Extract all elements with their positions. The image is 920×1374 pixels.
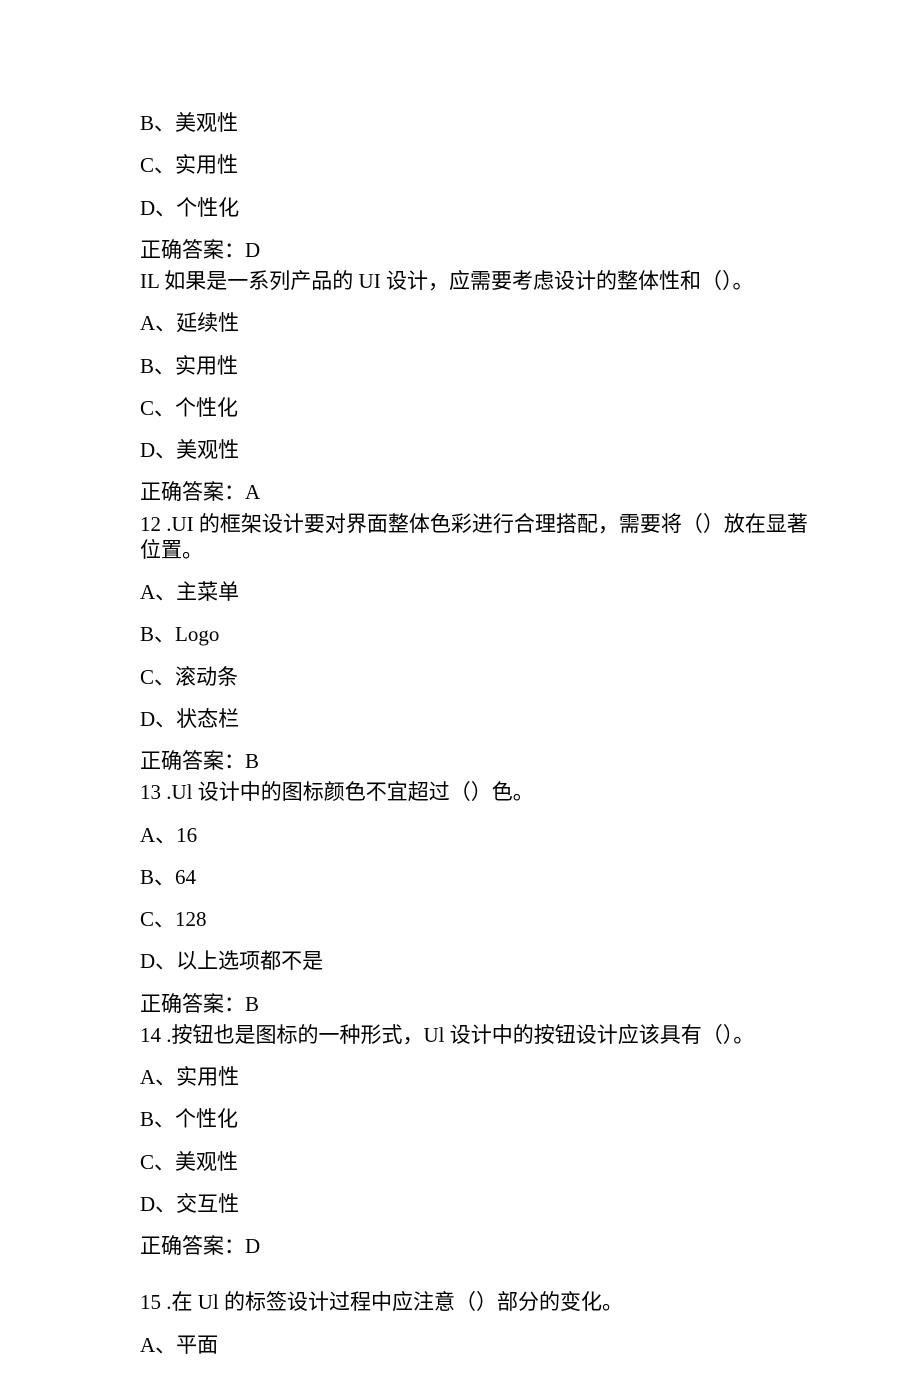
- q13-answer: 正确答案：B: [140, 991, 920, 1017]
- q14-option-a: A、实用性: [140, 1064, 920, 1090]
- q12-option-b: B、Logo: [140, 621, 920, 647]
- q10-option-d: D、个性化: [140, 195, 920, 221]
- q12-stem: 12 .UI 的框架设计要对界面整体色彩进行合理搭配，需要将（）放在显著位置。: [140, 511, 810, 564]
- q13-option-a: A、16: [140, 822, 920, 848]
- q11-answer: 正确答案：A: [140, 479, 920, 505]
- q11-option-b: B、实用性: [140, 353, 920, 379]
- q12-option-c: C、滚动条: [140, 664, 920, 690]
- q13-option-c: C、128: [140, 906, 920, 932]
- q13-stem: 13 .Ul 设计中的图标颜色不宜超过（）色。: [140, 779, 920, 805]
- q13-option-b: B、64: [140, 864, 920, 890]
- q12-option-a: A、主菜单: [140, 579, 920, 605]
- q14-stem: 14 .按钮也是图标的一种形式，Ul 设计中的按钮设计应该具有（）。: [140, 1022, 920, 1048]
- q13-option-d: D、以上选项都不是: [140, 948, 920, 974]
- q15-stem: 15 .在 Ul 的标签设计过程中应注意（）部分的变化。: [140, 1289, 920, 1315]
- q11-option-c: C、个性化: [140, 395, 920, 421]
- q10-option-b: B、美观性: [140, 110, 920, 136]
- q14-option-c: C、美观性: [140, 1149, 920, 1175]
- q14-answer: 正确答案：D: [140, 1233, 920, 1259]
- q10-option-c: C、实用性: [140, 152, 920, 178]
- q11-option-a: A、延续性: [140, 310, 920, 336]
- q14-option-b: B、个性化: [140, 1106, 920, 1132]
- q14-option-d: D、交互性: [140, 1191, 920, 1217]
- spacer: [140, 1275, 920, 1289]
- q12-option-d: D、状态栏: [140, 706, 920, 732]
- q11-option-d: D、美观性: [140, 437, 920, 463]
- q11-stem: IL 如果是一系列产品的 UI 设计，应需要考虑设计的整体性和（）。: [140, 268, 920, 294]
- q12-answer: 正确答案：B: [140, 748, 920, 774]
- document-page: B、美观性 C、实用性 D、个性化 正确答案：D IL 如果是一系列产品的 UI…: [0, 0, 920, 1358]
- q15-option-a: A、平面: [140, 1332, 920, 1358]
- q10-answer: 正确答案：D: [140, 237, 920, 263]
